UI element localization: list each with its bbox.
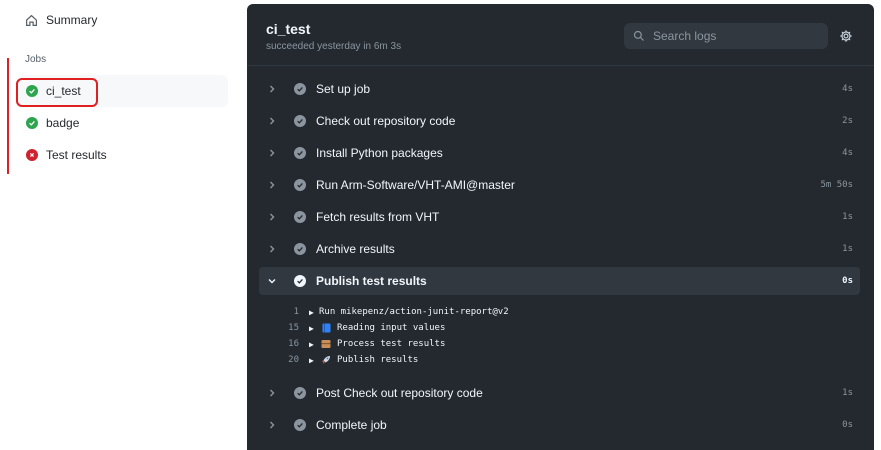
search-logs-box[interactable]: [624, 23, 828, 49]
annotation-bar: [7, 58, 9, 174]
step-name: Post Check out repository code: [316, 386, 483, 400]
step-install-python-packages[interactable]: Install Python packages 4s: [259, 139, 860, 167]
expand-triangle-icon: ▶: [309, 323, 314, 333]
step-name: Archive results: [316, 242, 395, 256]
step-success-icon: [294, 387, 306, 399]
step-post-check-out[interactable]: Post Check out repository code 1s: [259, 379, 860, 407]
step-fetch-results[interactable]: Fetch results from VHT 1s: [259, 203, 860, 231]
step-name: Fetch results from VHT: [316, 210, 440, 224]
step-archive-results[interactable]: Archive results 1s: [259, 235, 860, 263]
log-line[interactable]: 1 ▶ Run mikepenz/action-junit-report@v2: [259, 304, 860, 320]
chevron-right-icon: [267, 388, 285, 398]
step-name: Publish test results: [316, 274, 427, 288]
rocket-icon: [319, 355, 333, 365]
sidebar-job-badge[interactable]: badge: [18, 107, 228, 139]
jobs-heading: Jobs: [25, 54, 47, 65]
expand-triangle-icon: ▶: [309, 339, 314, 349]
log-text: Run mikepenz/action-junit-report@v2: [319, 307, 509, 317]
step-success-icon: [294, 275, 306, 287]
step-success-icon: [294, 419, 306, 431]
step-duration: 1s: [842, 244, 853, 254]
step-success-icon: [294, 115, 306, 127]
gear-icon[interactable]: [839, 29, 853, 43]
job-log-panel: ci_test succeeded yesterday in 6m 3s Set…: [247, 4, 874, 450]
chevron-right-icon: [267, 180, 285, 190]
job-label: badge: [46, 116, 80, 130]
step-duration: 0s: [842, 420, 853, 430]
expand-triangle-icon: ▶: [309, 355, 314, 365]
step-success-icon: [294, 243, 306, 255]
step-duration: 1s: [842, 212, 853, 222]
step-duration: 2s: [842, 116, 853, 126]
search-logs-input[interactable]: [653, 29, 813, 43]
step-name: Run Arm-Software/VHT-AMI@master: [316, 178, 515, 192]
job-label: Test results: [46, 148, 107, 162]
chevron-right-icon: [267, 84, 285, 94]
log-line[interactable]: 20 ▶ Publish results: [259, 352, 860, 368]
step-success-icon: [294, 179, 306, 191]
package-icon: [319, 339, 333, 349]
step-duration: 4s: [842, 148, 853, 158]
step-name: Check out repository code: [316, 114, 456, 128]
job-status-subtitle: succeeded yesterday in 6m 3s: [266, 41, 402, 52]
step-name: Complete job: [316, 418, 387, 432]
chevron-right-icon: [267, 420, 285, 430]
step-duration: 5m 50s: [820, 180, 853, 190]
step-success-icon: [294, 211, 306, 223]
log-line-number: 1: [293, 307, 299, 317]
step-complete-job[interactable]: Complete job 0s: [259, 411, 860, 439]
log-line-number: 15: [288, 323, 299, 333]
chevron-right-icon: [267, 244, 285, 254]
step-check-out-repository-code[interactable]: Check out repository code 2s: [259, 107, 860, 135]
job-title: ci_test: [266, 21, 311, 37]
search-icon: [633, 30, 644, 41]
success-icon: [26, 117, 38, 129]
failure-icon: [26, 149, 38, 161]
log-line-number: 16: [288, 339, 299, 349]
annotation-highlight-box: [16, 78, 98, 107]
sidebar: Summary Jobs ci_test badge Test results: [0, 0, 247, 450]
step-success-icon: [294, 83, 306, 95]
step-publish-test-results[interactable]: Publish test results 0s: [259, 267, 860, 295]
chevron-right-icon: [267, 148, 285, 158]
step-name: Set up job: [316, 82, 371, 96]
step-duration: 0s: [842, 276, 853, 286]
sidebar-job-test-results[interactable]: Test results: [18, 139, 228, 171]
log-text: Process test results: [337, 339, 446, 349]
step-duration: 4s: [842, 84, 853, 94]
chevron-right-icon: [267, 116, 285, 126]
summary-link[interactable]: Summary: [25, 11, 97, 29]
step-set-up-job[interactable]: Set up job 4s: [259, 75, 860, 103]
log-line-number: 20: [288, 355, 299, 365]
log-line[interactable]: 16 ▶ Process test results: [259, 336, 860, 352]
step-name: Install Python packages: [316, 146, 443, 160]
log-text: Reading input values: [337, 323, 446, 333]
summary-label: Summary: [46, 13, 98, 27]
step-run-vht-ami[interactable]: Run Arm-Software/VHT-AMI@master 5m 50s: [259, 171, 860, 199]
panel-header: ci_test succeeded yesterday in 6m 3s: [247, 4, 874, 66]
home-icon: [26, 14, 37, 26]
step-duration: 1s: [842, 388, 853, 398]
step-success-icon: [294, 147, 306, 159]
log-line[interactable]: 15 ▶ Reading input values: [259, 320, 860, 336]
chevron-down-icon: [267, 276, 285, 286]
log-text: Publish results: [337, 355, 419, 365]
book-icon: [319, 323, 333, 333]
expand-triangle-icon: ▶: [309, 307, 314, 317]
chevron-right-icon: [267, 212, 285, 222]
